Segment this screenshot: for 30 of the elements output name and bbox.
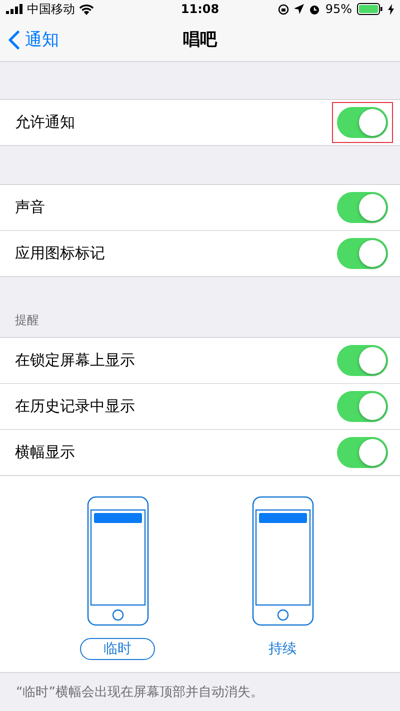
battery-icon <box>357 3 383 16</box>
setting-label: 允许通知 <box>15 113 75 132</box>
setting-label: 在历史记录中显示 <box>15 397 135 416</box>
section-header: 提醒 <box>14 312 40 329</box>
banner-style-option[interactable]: 临时 <box>80 638 155 660</box>
setting-label: 应用图标标记 <box>15 244 105 263</box>
carrier-name: 中国移动 <box>27 0 75 18</box>
toggle-switch[interactable] <box>337 345 388 376</box>
setting-label: 在锁定屏幕上显示 <box>15 351 135 370</box>
footer-note: “临时”横幅会出现在屏幕顶部并自动消失。 <box>15 684 264 702</box>
toggle-switch[interactable] <box>337 192 388 223</box>
alarm-clock-icon <box>309 4 320 15</box>
battery-percent: 95% <box>325 2 352 16</box>
setting-label: 声音 <box>15 198 45 217</box>
toggle-switch[interactable] <box>337 437 388 468</box>
toggle-switch[interactable] <box>337 238 388 269</box>
charging-bolt-icon <box>388 4 394 15</box>
toggle-switch[interactable] <box>337 391 388 422</box>
back-button[interactable]: 通知 <box>0 28 67 52</box>
location-arrow-icon <box>294 4 304 14</box>
signal-icon <box>6 4 23 14</box>
phone-banner-drawing[interactable] <box>86 496 148 626</box>
wifi-icon <box>79 4 94 15</box>
banner-style-option[interactable]: 持续 <box>245 638 320 660</box>
setting-label: 横幅显示 <box>15 443 75 462</box>
back-chevron-icon[interactable] <box>8 30 20 50</box>
clock-time: 11:08 <box>180 2 220 16</box>
rotation-lock-icon <box>278 4 290 15</box>
screen-title: 唱吧 <box>182 29 218 52</box>
phone-banner-drawing[interactable] <box>252 496 314 626</box>
